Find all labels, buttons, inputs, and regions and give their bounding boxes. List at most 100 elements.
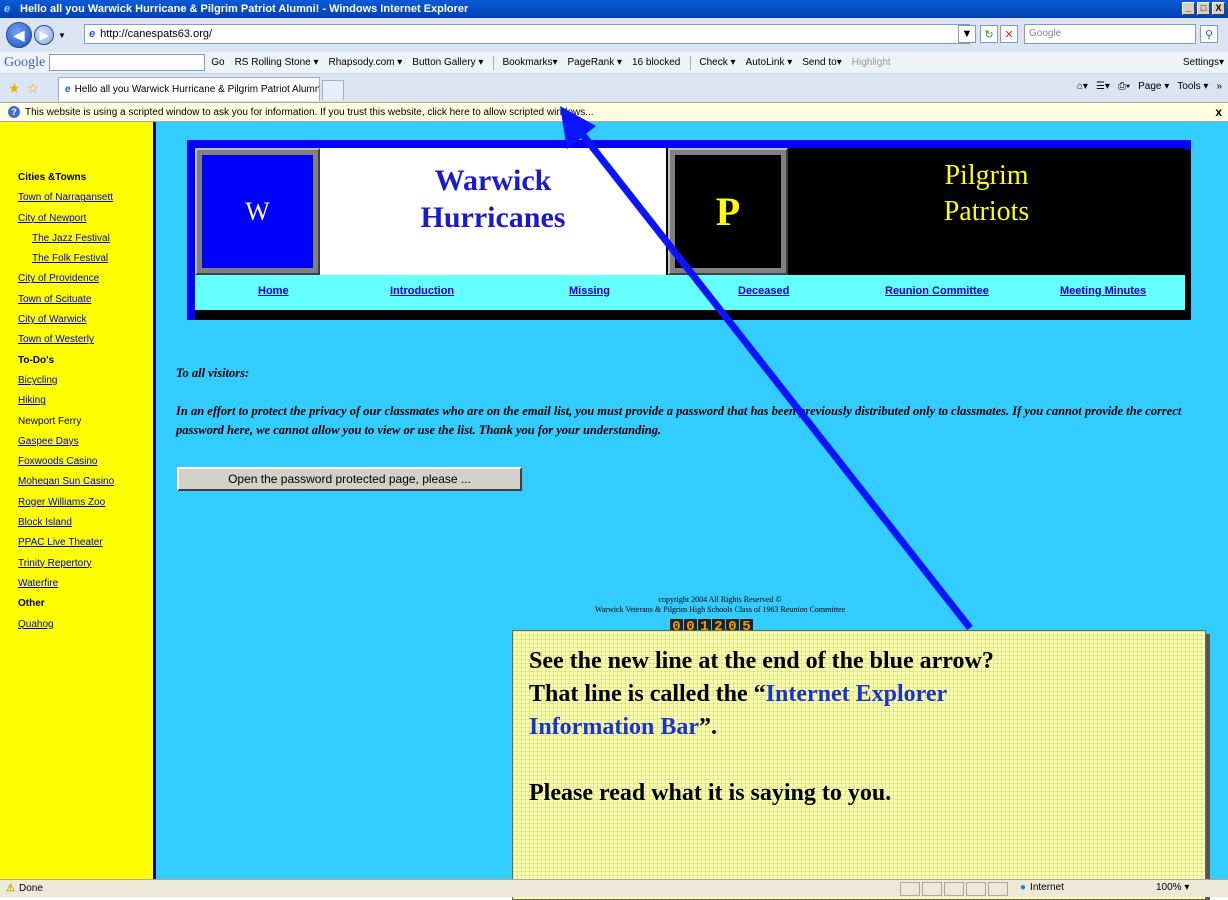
info-help-icon: ? [8,106,20,118]
information-bar-message: This website is using a scripted window … [25,106,594,118]
search-icon[interactable]: ⚲ [1200,25,1218,43]
zoom-level[interactable]: 100% ▾ [1156,882,1189,893]
globe-icon: ● [1020,882,1027,893]
nav-meeting-minutes[interactable]: Meeting Minutes [1060,285,1146,297]
nav-introduction[interactable]: Introduction [390,285,454,297]
popup-blocker-button[interactable]: 16 blocked [632,57,680,68]
print-icon[interactable]: ⎙▾ [1118,81,1130,92]
sidebar-item-quahog[interactable]: Quahog [18,615,153,635]
home-icon[interactable]: ⌂▾ [1077,81,1088,92]
close-window-button[interactable]: X [1212,2,1225,15]
site-nav: Home Introduction Missing Deceased Reuni… [195,275,1185,310]
page-menu[interactable]: Page ▾ [1138,81,1169,92]
favorites-star-icon[interactable]: ★ [8,80,21,97]
pagerank-button[interactable]: PageRank ▾ [568,57,623,68]
callout-line-3: Information Bar”. [529,714,717,740]
sidebar-heading-other: Other [18,598,45,610]
sidebar-item-the-jazz-festival[interactable]: The Jazz Festival [18,229,153,249]
back-button[interactable]: ◀ [6,22,32,48]
close-icon[interactable]: x [1215,105,1222,119]
forward-button[interactable]: ▶ [34,25,54,45]
rhapsody-button[interactable]: Rhapsody.com ▾ [329,57,403,68]
button-gallery-button[interactable]: Button Gallery ▾ [412,57,483,68]
address-bar-row: ◀ ▶ ▼ e http://canespats63.org/ ▼ ↻ ✕ Go… [0,18,1228,52]
address-field[interactable]: e http://canespats63.org/ [84,24,970,44]
address-dropdown-icon[interactable]: ▼ [958,25,976,43]
status-bar: ⚠ Done ● Internet 100% ▾ [0,879,1228,897]
sidebar-item-city-of-warwick[interactable]: City of Warwick [18,310,153,330]
highlight-button[interactable]: Highlight [852,57,891,68]
tab-active[interactable]: e Hello all you Warwick Hurricane & Pilg… [58,77,320,101]
nav-home[interactable]: Home [258,285,289,297]
autolink-button[interactable]: AutoLink ▾ [746,57,793,68]
bookmarks-button[interactable]: Bookmarks▾ [502,57,557,68]
pilgrim-logo-frame: P [668,148,788,275]
sidebar-item-roger-williams-zoo[interactable]: Roger Williams Zoo [18,493,153,513]
sidebar-item-waterfire[interactable]: Waterfire [18,574,153,594]
search-input[interactable]: Google [1024,24,1196,44]
open-password-page-button[interactable]: Open the password protected page, please… [177,467,522,491]
pilgrim-letter: P [675,155,781,268]
sidebar-item-trinity-repertory[interactable]: Trinity Repertory [18,554,153,574]
page-content: Cities &Towns Town of Narragansett City of… [0,122,1228,900]
stop-icon[interactable]: ✕ [1000,25,1018,43]
feeds-icon[interactable]: ☰▾ [1096,81,1110,92]
callout-line-4: Please read what it is saying to you. [529,780,892,806]
nav-reunion-committee[interactable]: Reunion Committee [885,285,989,297]
site-banner: W Warwick Hurricanes P Pilgrim Patriots … [187,140,1191,320]
command-bar: ⌂▾ ☰▾ ⎙▾ Page ▾ Tools ▾ » [1077,81,1222,92]
new-tab-button[interactable] [322,80,344,100]
history-dropdown-icon[interactable]: ▼ [58,31,66,40]
sidebar-item-town-of-westerly[interactable]: Town of Westerly [18,330,153,350]
toolbar-divider [493,55,495,70]
spell-check-button[interactable]: Check ▾ [699,57,735,68]
nav-deceased[interactable]: Deceased [738,285,789,297]
callout-line-2: That line is called the “Internet Explor… [529,681,948,707]
warwick-letter: W [202,155,313,268]
sidebar: Cities &Towns Town of Narragansett City of… [0,122,156,879]
sidebar-item-newport-ferry: Newport Ferry [18,415,82,427]
toolbar-divider [690,55,692,70]
sidebar-item-town-of-narragansett[interactable]: Town of Narragansett [18,188,153,208]
information-bar[interactable]: ? This website is using a scripted windo… [0,102,1228,122]
warwick-logo-frame: W [195,148,320,275]
page-icon: e [89,28,96,40]
google-search-input[interactable] [49,54,206,71]
sidebar-item-hiking[interactable]: Hiking [18,391,153,411]
settings-button[interactable]: Settings▾ [1183,57,1224,68]
sidebar-item-bicycling[interactable]: Bicycling [18,371,153,391]
tab-row: ★ ☆ e Hello all you Warwick Hurricane & … [0,74,1228,102]
sidebar-item-mohegan-sun-casino[interactable]: Mohegan Sun Casino [18,472,153,492]
google-logo: Google [4,54,46,70]
security-zone[interactable]: ● Internet [1020,882,1064,893]
sidebar-item-the-folk-festival[interactable]: The Folk Festival [18,249,153,269]
sidebar-heading-to-do-s: To-Do's [18,354,55,366]
google-go-button[interactable]: Go [211,57,224,68]
sidebar-item-ppac-live-theater[interactable]: PPAC Live Theater [18,533,153,553]
privacy-notice: In an effort to protect the privacy of o… [176,404,1182,437]
maximize-button[interactable]: □ [1197,2,1210,15]
sidebar-item-town-of-scituate[interactable]: Town of Scituate [18,290,153,310]
add-favorite-icon[interactable]: ☆ [27,80,40,97]
chevron-more-icon[interactable]: » [1216,81,1222,92]
tab-title: Hello all you Warwick Hurricane & Pilgri… [74,84,320,95]
sidebar-item-foxwoods-casino[interactable]: Foxwoods Casino [18,452,153,472]
sidebar-heading-cities-towns: Cities &Towns [18,172,87,183]
minimize-button[interactable]: _ [1182,2,1195,15]
callout-line-1: See the new line at the end of the blue … [529,648,994,674]
google-toolbar: Google Go RS Rolling Stone ▾ Rhapsody.co… [0,52,1228,74]
warwick-title: Warwick Hurricanes [320,148,666,275]
refresh-icon[interactable]: ↻ [980,25,998,43]
copyright-notice: copyright 2004 All Rights Reserved © War… [594,595,846,614]
rolling-stone-button[interactable]: RS Rolling Stone ▾ [235,57,319,68]
status-text: Done [18,883,43,894]
sidebar-item-block-island[interactable]: Block Island [18,513,153,533]
visitors-heading: To all visitors: [176,366,250,380]
sidebar-item-city-of-newport[interactable]: City of Newport [18,209,153,229]
sidebar-item-city-of-providence[interactable]: City of Providence [18,269,153,289]
tools-menu[interactable]: Tools ▾ [1177,81,1208,92]
nav-missing[interactable]: Missing [569,285,610,297]
sidebar-item-gaspee-days[interactable]: Gaspee Days [18,432,153,452]
warning-icon: ⚠ [6,883,15,894]
send-to-button[interactable]: Send to▾ [802,57,842,68]
